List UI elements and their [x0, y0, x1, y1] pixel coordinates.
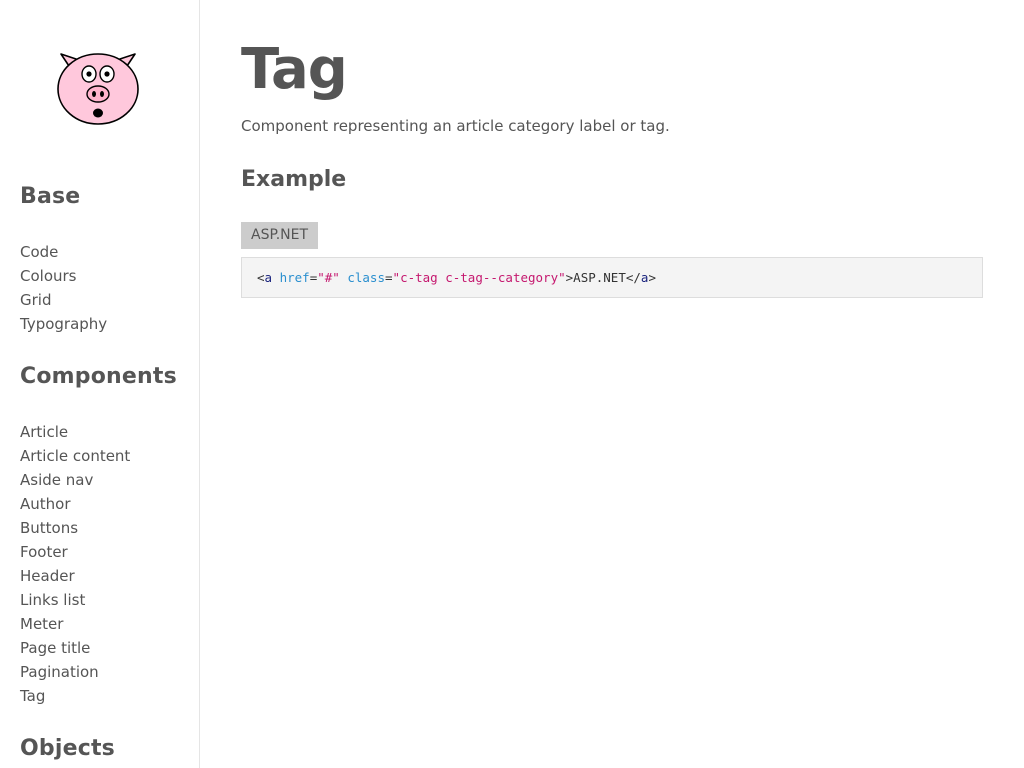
nav-item-header[interactable]: Header [20, 564, 130, 588]
nav-item-meter[interactable]: Meter [20, 612, 130, 636]
nav-item-buttons[interactable]: Buttons [20, 516, 130, 540]
nav-heading-objects: Objects [20, 736, 115, 761]
code-quote: " [317, 270, 325, 285]
nav-item-article-content[interactable]: Article content [20, 444, 130, 468]
nav-item-tag[interactable]: Tag [20, 684, 130, 708]
code-quote: " [332, 270, 340, 285]
nav-item-author[interactable]: Author [20, 492, 130, 516]
code-open-bracket: < [257, 270, 265, 285]
nav-list-components: Article Article content Aside nav Author… [20, 420, 130, 708]
code-quote: " [392, 270, 401, 285]
nav-item-grid[interactable]: Grid [20, 288, 107, 312]
nav-item-page-title[interactable]: Page title [20, 636, 130, 660]
code-text: ASP.NET [573, 270, 626, 285]
example-heading: Example [241, 167, 347, 192]
code-snippet: <a href="#" class="c-tag c-tag--category… [242, 258, 982, 297]
nav-item-aside-nav[interactable]: Aside nav [20, 468, 130, 492]
nav-item-links-list[interactable]: Links list [20, 588, 130, 612]
example-tag[interactable]: ASP.NET [241, 222, 319, 249]
sidebar: Base Code Colours Grid Typography Compon… [0, 0, 200, 768]
code-class-value: c-tag c-tag--category [400, 270, 559, 285]
code-attr-href: href [279, 270, 310, 285]
code-attr-class: class [347, 270, 385, 285]
nav-item-pagination[interactable]: Pagination [20, 660, 130, 684]
page: Base Code Colours Grid Typography Compon… [0, 0, 1024, 768]
nav-item-article[interactable]: Article [20, 420, 130, 444]
nav-heading-base: Base [20, 184, 81, 209]
code-example: <a href="#" class="c-tag c-tag--category… [241, 257, 983, 298]
page-title: Tag [241, 37, 348, 102]
nav-list-base: Code Colours Grid Typography [20, 240, 107, 336]
code-end-close: > [648, 270, 656, 285]
nav-item-footer[interactable]: Footer [20, 540, 130, 564]
page-description: Component representing an article catego… [241, 117, 670, 135]
nav-item-typography[interactable]: Typography [20, 312, 107, 336]
nav-item-code[interactable]: Code [20, 240, 107, 264]
pig-face-icon[interactable] [53, 48, 143, 128]
code-quote: " [558, 270, 566, 285]
code-end-open: </ [625, 270, 641, 285]
nav-heading-components: Components [20, 364, 177, 389]
code-tag-name: a [264, 270, 273, 285]
code-eq: = [385, 270, 393, 285]
nav-item-colours[interactable]: Colours [20, 264, 107, 288]
